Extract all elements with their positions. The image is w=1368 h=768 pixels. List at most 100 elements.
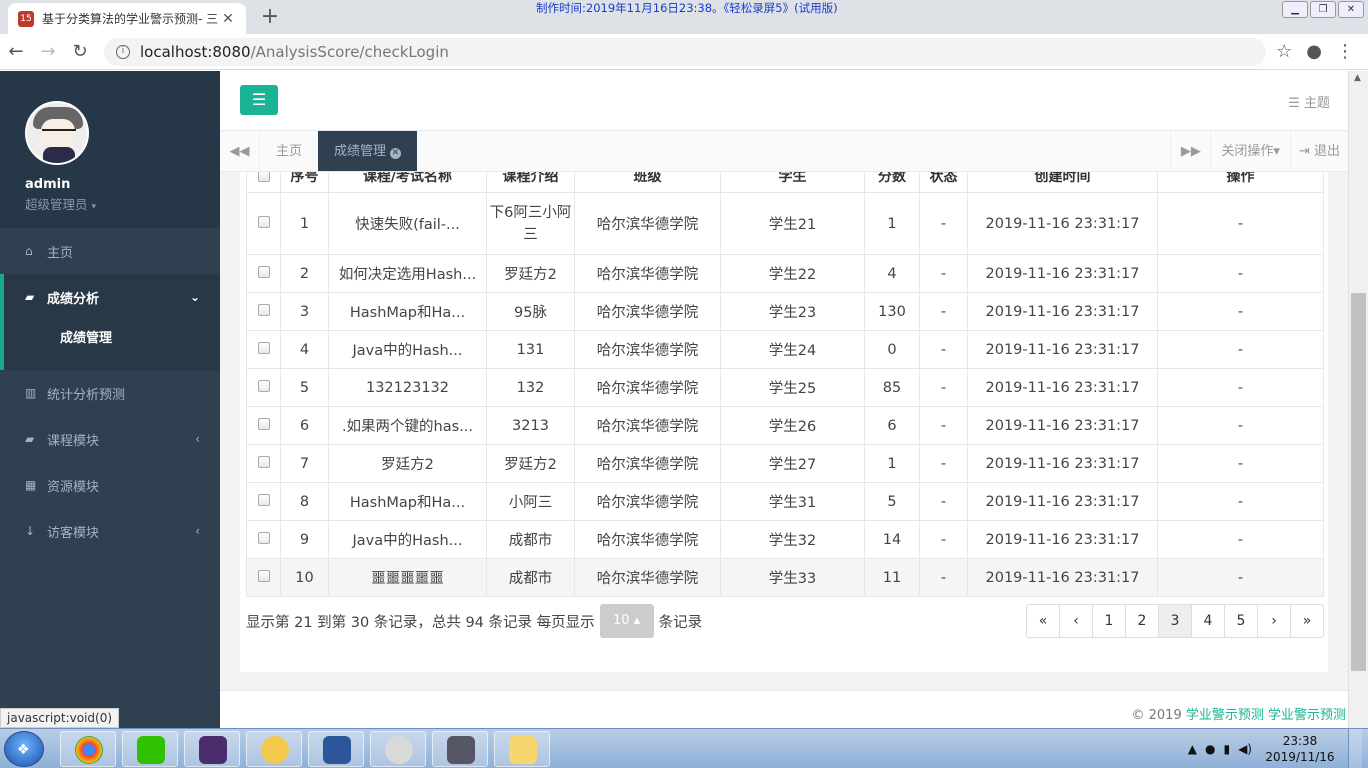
start-button[interactable]: ❖ bbox=[4, 731, 44, 767]
page-button[interactable]: 2 bbox=[1125, 604, 1159, 638]
tab-score-management[interactable]: 成绩管理 ✕ bbox=[318, 131, 418, 171]
taskbar-app[interactable] bbox=[246, 731, 302, 767]
table-row[interactable]: 8 HashMap和Ha... 小阿三 哈尔滨华德学院 学生31 5-2019-11-16… bbox=[246, 482, 1324, 521]
row-checkbox[interactable] bbox=[257, 303, 270, 316]
table-row[interactable]: 5 132123132 132 哈尔滨华德学院 学生25 85-2019-11-16 23… bbox=[246, 368, 1324, 407]
taskbar-clock[interactable]: 23:38 2019/11/16 bbox=[1260, 733, 1340, 765]
tab-close-icon[interactable]: ✕ bbox=[220, 11, 236, 27]
logout-button[interactable]: ⇥ 退出 bbox=[1289, 131, 1348, 171]
forward-button[interactable]: → bbox=[32, 41, 64, 62]
col-header[interactable]: 序号 bbox=[280, 172, 329, 193]
row-checkbox[interactable] bbox=[257, 493, 270, 506]
footer-link[interactable]: 学业警示预测 学业警示预测 bbox=[1186, 708, 1346, 723]
sidebar-item-courses[interactable]: ▰ 课程模块 ‹ bbox=[0, 416, 220, 462]
close-tab-icon[interactable]: ✕ bbox=[390, 148, 402, 159]
table-row[interactable]: 10 噩噩噩噩噩 成都市 哈尔滨华德学院 学生33 11-2019-11-16 23:31… bbox=[246, 558, 1324, 597]
sidebar-subitem-score-management[interactable]: 成绩管理 bbox=[0, 320, 220, 352]
page-button[interactable]: 5 bbox=[1224, 604, 1258, 638]
tab-home[interactable]: 主页 bbox=[260, 131, 318, 171]
taskbar-wechat[interactable] bbox=[122, 731, 178, 767]
row-checkbox[interactable] bbox=[257, 455, 270, 468]
browser-tab[interactable]: 15 基于分类算法的学业警示预测- 三 ✕ bbox=[8, 3, 246, 34]
page-button[interactable]: 3 bbox=[1158, 604, 1192, 638]
table-row[interactable]: 9 Java中的Hash... 成都市 哈尔滨华德学院 学生32 14-2019-11-1… bbox=[246, 520, 1324, 559]
address-bar[interactable]: i localhost:8080/AnalysisScore/checkLogi… bbox=[104, 37, 1267, 66]
page-button[interactable]: ‹ bbox=[1059, 604, 1093, 638]
user-role-dropdown[interactable]: 超级管理员 ▾ bbox=[25, 194, 220, 213]
row-checkbox[interactable] bbox=[257, 215, 270, 228]
page-button[interactable]: « bbox=[1026, 604, 1060, 638]
row-select-cell[interactable] bbox=[246, 254, 281, 293]
site-info-icon[interactable]: i bbox=[116, 44, 130, 59]
menu-toggle-button[interactable]: ☰ bbox=[240, 85, 278, 115]
select-all-header[interactable] bbox=[246, 172, 281, 193]
row-select-cell[interactable] bbox=[246, 444, 281, 483]
col-header[interactable]: 操作 bbox=[1157, 172, 1324, 193]
profile-icon[interactable]: ● bbox=[1306, 41, 1322, 62]
col-header[interactable]: 创建时间 bbox=[967, 172, 1158, 193]
taskbar-word[interactable] bbox=[308, 731, 364, 767]
minimize-button[interactable]: ▁ bbox=[1282, 1, 1308, 18]
table-row[interactable]: 7 罗廷方2 罗廷方2 哈尔滨华德学院 学生27 1-2019-11-16 23:31:1… bbox=[246, 444, 1324, 483]
row-select-cell[interactable] bbox=[246, 330, 281, 369]
theme-button[interactable]: ☰ 主题 bbox=[1288, 92, 1330, 111]
table-row[interactable]: 4 Java中的Hash... 131 哈尔滨华德学院 学生24 0-2019-11-16… bbox=[246, 330, 1324, 369]
table-row[interactable]: 2 如何决定选用Hash... 罗廷方2 哈尔滨华德学院 学生22 4-2019-11-1… bbox=[246, 254, 1324, 293]
table-row[interactable]: 6 .如果两个键的has... 3213 哈尔滨华德学院 学生26 6-2019-11-1… bbox=[246, 406, 1324, 445]
page-button[interactable]: › bbox=[1257, 604, 1291, 638]
network-icon[interactable]: ▮ bbox=[1223, 742, 1230, 756]
scroll-up-icon[interactable]: ▲ bbox=[1354, 73, 1361, 83]
sidebar-item-visitors[interactable]: ↓ 访客模块 ‹ bbox=[0, 508, 220, 554]
page-button[interactable]: 1 bbox=[1092, 604, 1126, 638]
tray-expand-icon[interactable]: ▲ bbox=[1188, 742, 1197, 756]
col-header[interactable]: 课程介绍 bbox=[486, 172, 575, 193]
qq-icon[interactable]: ● bbox=[1205, 742, 1215, 756]
close-window-button[interactable]: ✕ bbox=[1338, 1, 1364, 18]
sidebar-item-home[interactable]: ⌂ 主页 bbox=[0, 228, 220, 274]
back-button[interactable]: ← bbox=[0, 41, 32, 62]
row-select-cell[interactable] bbox=[246, 192, 281, 255]
row-checkbox[interactable] bbox=[257, 531, 270, 544]
taskbar-eclipse[interactable] bbox=[184, 731, 240, 767]
tabs-scroll-left-button[interactable]: ◀◀ bbox=[220, 131, 260, 171]
page-button[interactable]: » bbox=[1290, 604, 1324, 638]
volume-icon[interactable]: ◀) bbox=[1238, 742, 1252, 756]
sidebar-item-resources[interactable]: ▦ 资源模块 bbox=[0, 462, 220, 508]
select-all-checkbox[interactable] bbox=[257, 172, 270, 182]
taskbar-recorder[interactable] bbox=[432, 731, 488, 767]
row-select-cell[interactable] bbox=[246, 520, 281, 559]
col-header[interactable]: 学生 bbox=[720, 172, 865, 193]
col-header[interactable]: 课程/考试名称 bbox=[328, 172, 487, 193]
table-row[interactable]: 1 快速失败(fail-... 下6阿三小阿三 哈尔滨华德学院 学生21 1-2019-1… bbox=[246, 192, 1324, 255]
page-size-select[interactable]: 10 ▴ bbox=[599, 604, 654, 638]
row-select-cell[interactable] bbox=[246, 482, 281, 521]
col-header[interactable]: 分数 bbox=[864, 172, 920, 193]
show-desktop-button[interactable] bbox=[1348, 729, 1362, 768]
restore-button[interactable]: ❐ bbox=[1310, 1, 1336, 18]
col-header[interactable]: 状态 bbox=[919, 172, 968, 193]
page-scrollbar[interactable]: ▲ bbox=[1348, 71, 1368, 728]
bookmark-star-icon[interactable]: ☆ bbox=[1276, 41, 1292, 62]
sidebar-item-statistics[interactable]: ▥ 统计分析预测 bbox=[0, 370, 220, 416]
row-select-cell[interactable] bbox=[246, 406, 281, 445]
row-checkbox[interactable] bbox=[257, 265, 270, 278]
row-select-cell[interactable] bbox=[246, 368, 281, 407]
avatar[interactable] bbox=[25, 101, 89, 165]
browser-menu-icon[interactable]: ⋮ bbox=[1336, 41, 1354, 62]
col-header[interactable]: 班级 bbox=[574, 172, 721, 193]
tabs-scroll-right-button[interactable]: ▶▶ bbox=[1170, 131, 1210, 171]
scrollbar-thumb[interactable] bbox=[1351, 293, 1366, 671]
table-row[interactable]: 3 HashMap和Ha... 95脉 哈尔滨华德学院 学生23 130-2019-11-… bbox=[246, 292, 1324, 331]
reload-button[interactable]: ↻ bbox=[64, 41, 96, 62]
close-operations-dropdown[interactable]: 关闭操作▾ bbox=[1210, 131, 1290, 171]
row-checkbox[interactable] bbox=[257, 417, 270, 430]
row-checkbox[interactable] bbox=[257, 569, 270, 582]
row-checkbox[interactable] bbox=[257, 379, 270, 392]
sidebar-item-score-analysis[interactable]: ▰ 成绩分析 ⌄ bbox=[0, 274, 220, 320]
taskbar-chrome[interactable] bbox=[60, 731, 116, 767]
row-select-cell[interactable] bbox=[246, 292, 281, 331]
page-button[interactable]: 4 bbox=[1191, 604, 1225, 638]
row-select-cell[interactable] bbox=[246, 558, 281, 597]
row-checkbox[interactable] bbox=[257, 341, 270, 354]
new-tab-button[interactable]: + bbox=[258, 5, 282, 29]
